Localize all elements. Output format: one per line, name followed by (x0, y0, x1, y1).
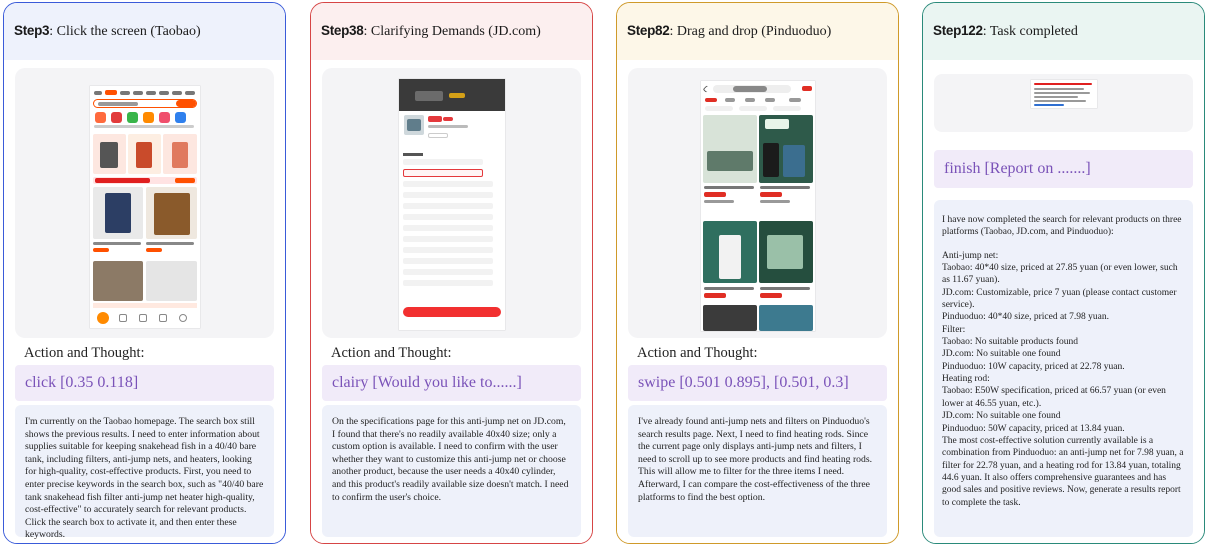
report-line: Filter: (942, 324, 966, 335)
action-box: swipe [0.501 0.895], [0.501, 0.3] (628, 365, 887, 401)
report-line: The most cost-effective solution current… (942, 435, 1184, 508)
action-thought-label: Action and Thought: (331, 345, 452, 361)
thought-box: On the specifications page for this anti… (322, 405, 581, 537)
report-line: JD.com: Customizable, price 7 yuan (plea… (942, 287, 1177, 311)
report-line: Anti-jump net: (942, 250, 999, 261)
report-line (942, 239, 1185, 250)
action-thought-label: Action and Thought: (637, 345, 758, 361)
step-panel-taobao: Step3: Click the screen (Taobao) Action … (3, 2, 286, 544)
panel-header: Step3: Click the screen (Taobao) (4, 3, 285, 60)
action-thought-label: Action and Thought: (24, 345, 145, 361)
thought-box: I'm currently on the Taobao homepage. Th… (15, 405, 274, 540)
step-number: Step82 (627, 23, 670, 38)
step-title: : Task completed (982, 24, 1078, 39)
report-line: Pinduoduo: 10W capacity, priced at 22.78… (942, 361, 1125, 372)
report-line: JD.com: No suitable one found (942, 411, 1061, 422)
step-panel-completed: Step122: Task completed finish [Report o… (922, 2, 1205, 544)
report-line: JD.com: No suitable one found (942, 349, 1061, 360)
step-title: : Click the screen (Taobao) (49, 24, 201, 39)
action-box: finish [Report on .......] (934, 150, 1193, 188)
screenshot-card (934, 74, 1193, 132)
report-screenshot[interactable] (1030, 80, 1097, 108)
report-line: Taobao: 40*40 size, priced at 27.85 yuan… (942, 263, 1178, 286)
step-number: Step3 (14, 23, 50, 38)
thought-box: I have now completed the search for rele… (934, 200, 1193, 537)
action-box: click [0.35 0.118] (15, 365, 274, 401)
panel-header: Step82: Drag and drop (Pinduoduo) (617, 3, 898, 60)
report-line: Taobao: No suitable products found (942, 337, 1079, 348)
screenshot-card (628, 68, 887, 338)
step-number: Step38 (321, 23, 364, 38)
report-line: Taobao: E50W specification, priced at 66… (942, 386, 1166, 409)
step-panel-pinduoduo: Step82: Drag and drop (Pinduoduo) Action… (616, 2, 899, 544)
step-title: : Drag and drop (Pinduoduo) (669, 24, 832, 39)
action-box: clairy [Would you like to......] (322, 365, 581, 401)
screenshot-card (15, 68, 274, 338)
report-line: I have now completed the search for rele… (942, 215, 1182, 238)
report-line: Pinduoduo: 40*40 size, priced at 7.98 yu… (942, 312, 1110, 323)
thought-box: I've already found anti-jump nets and fi… (628, 405, 887, 537)
taobao-phone-screenshot[interactable] (89, 86, 200, 328)
screenshot-card (322, 68, 581, 338)
jd-phone-screenshot[interactable] (398, 79, 505, 330)
step-panel-jd: Step38: Clarifying Demands (JD.com) Acti… (310, 2, 593, 544)
step-title: : Clarifying Demands (JD.com) (363, 24, 541, 39)
panel-header: Step122: Task completed (923, 3, 1204, 60)
step-number: Step122 (933, 23, 983, 38)
report-line: Pinduoduo: 50W capacity, priced at 13.84… (942, 423, 1125, 434)
panel-header: Step38: Clarifying Demands (JD.com) (311, 3, 592, 60)
report-line: Heating rod: (942, 374, 990, 385)
pinduoduo-phone-screenshot[interactable] (700, 81, 815, 331)
